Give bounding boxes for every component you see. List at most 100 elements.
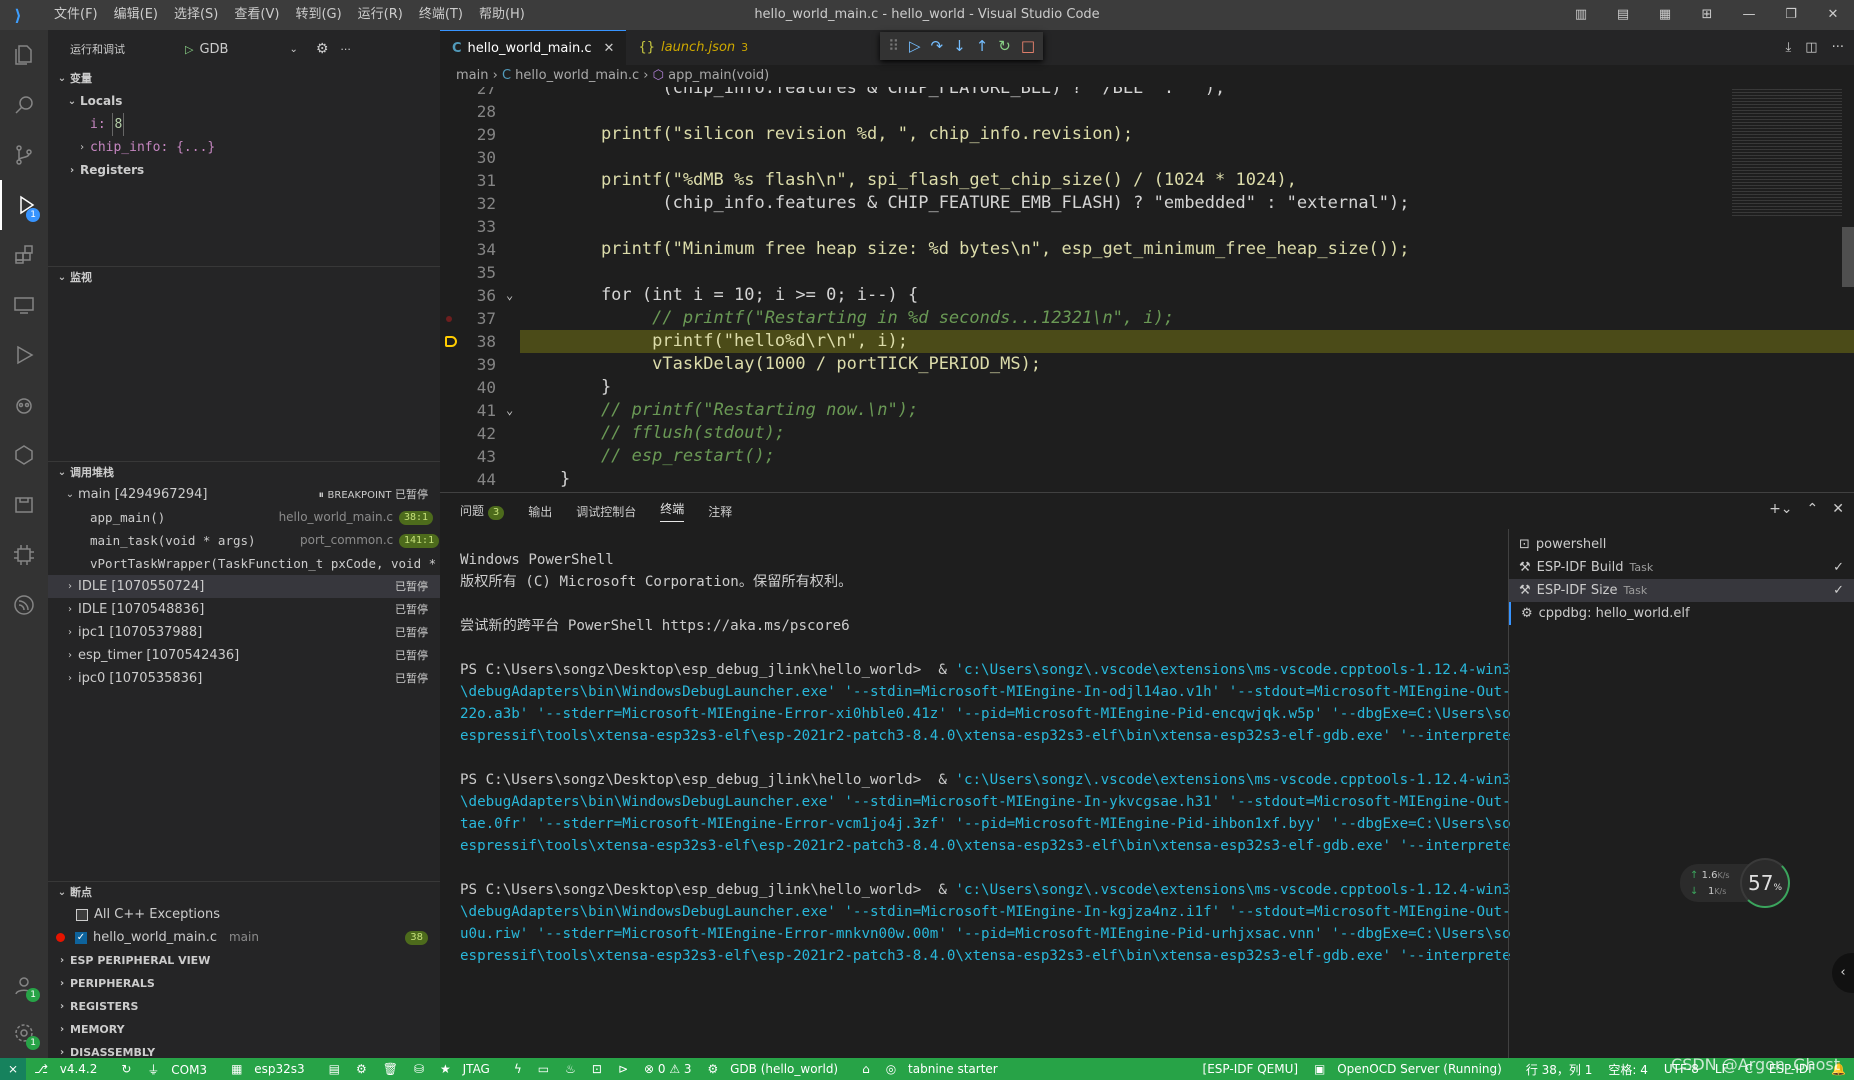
- menu-edit[interactable]: 编辑(E): [106, 0, 166, 30]
- menu-run[interactable]: 运行(R): [350, 0, 411, 30]
- tab-terminal[interactable]: 终端: [660, 500, 685, 522]
- code-line[interactable]: 30: [440, 146, 1854, 169]
- monitor-icon[interactable]: ▭: [530, 1062, 557, 1076]
- fold-chevron-icon[interactable]: ⌄: [506, 399, 513, 422]
- extensions-icon[interactable]: [0, 230, 48, 280]
- tab-debug-console[interactable]: 调试控制台: [576, 503, 636, 520]
- close-panel-icon[interactable]: ✕: [1832, 501, 1844, 517]
- menuconfig-icon[interactable]: ▤: [321, 1062, 348, 1076]
- code-line[interactable]: 27 (chip_info.features & CHIP_FEATURE_BL…: [440, 87, 1854, 100]
- breadcrumb-symbol[interactable]: app_main(void): [668, 68, 769, 83]
- copilot-icon[interactable]: [0, 380, 48, 430]
- menu-view[interactable]: 查看(V): [226, 0, 287, 30]
- step-into-icon[interactable]: ↓: [953, 37, 966, 55]
- fold-chevron-icon[interactable]: ⌄: [506, 284, 513, 307]
- espressif-icon[interactable]: [0, 580, 48, 630]
- tab-output[interactable]: 输出: [528, 503, 552, 520]
- line-number[interactable]: 32: [440, 192, 496, 215]
- accounts-icon[interactable]: 1: [0, 960, 48, 1010]
- code-line[interactable]: 44}: [440, 468, 1854, 491]
- terminal-item-build[interactable]: ⚒ ESP-IDF Build Task ✓: [1509, 556, 1854, 579]
- esp-peripheral-view-header[interactable]: › ESP PERIPHERAL VIEW: [48, 949, 440, 972]
- more-actions-icon[interactable]: ···: [1832, 40, 1844, 55]
- device-manager-icon[interactable]: [0, 480, 48, 530]
- close-window-button[interactable]: ✕: [1812, 0, 1854, 30]
- line-number[interactable]: 39: [440, 353, 496, 376]
- build-icon[interactable]: ⛁: [406, 1062, 432, 1076]
- terminal-item-size[interactable]: ⚒ ESP-IDF Size Task ✓: [1509, 579, 1854, 602]
- explorer-icon[interactable]: [0, 30, 48, 80]
- status-tabnine[interactable]: ◎ tabnine starter: [878, 1062, 1014, 1076]
- line-number[interactable]: 43: [440, 445, 496, 468]
- status-indentation[interactable]: 空格: 4: [1600, 1061, 1656, 1078]
- status-debug-session[interactable]: ⚙ GDB (hello_world): [700, 1062, 855, 1076]
- debug-config-select[interactable]: GDB: [199, 42, 289, 57]
- continue-icon[interactable]: ▷: [909, 37, 921, 55]
- breakpoint-all-cpp-exceptions[interactable]: All C++ Exceptions: [48, 903, 440, 926]
- stack-frame[interactable]: vPortTaskWrapper(TaskFunction_t pxCode, …: [48, 552, 440, 575]
- registers-scope[interactable]: › Registers: [48, 159, 440, 182]
- esp-idf-explorer-icon[interactable]: [0, 430, 48, 480]
- thread-item[interactable]: › IDLE [1070550724] 已暂停: [48, 575, 440, 598]
- maximize-panel-icon[interactable]: ⌃: [1807, 501, 1819, 517]
- settings-icon[interactable]: ⚙: [348, 1062, 375, 1076]
- customize-layout-icon[interactable]: ⊞: [1686, 0, 1728, 30]
- status-qemu[interactable]: [ESP-IDF QEMU]: [1195, 1062, 1307, 1076]
- code-line[interactable]: 37 // printf("Restarting in %d seconds..…: [440, 307, 1854, 330]
- line-number[interactable]: 34: [440, 238, 496, 261]
- locals-scope[interactable]: ⌄ Locals: [48, 90, 440, 113]
- manage-gear-icon[interactable]: 1: [0, 1008, 48, 1058]
- toggle-secondary-sidebar-icon[interactable]: ▦: [1644, 0, 1686, 30]
- full-clean-icon[interactable]: 🗑: [375, 1062, 406, 1076]
- line-number[interactable]: 27: [440, 87, 496, 100]
- line-number[interactable]: 42: [440, 422, 496, 445]
- drag-handle-icon[interactable]: ⠿: [888, 37, 899, 55]
- line-number[interactable]: 40: [440, 376, 496, 399]
- status-target[interactable]: ▦ esp32s3: [223, 1062, 321, 1076]
- status-problems[interactable]: ⊗ 0 ⚠ 3: [636, 1062, 700, 1076]
- terminal-item-powershell[interactable]: ⊡ powershell: [1509, 533, 1854, 556]
- memory-header[interactable]: › MEMORY: [48, 1018, 440, 1041]
- start-debug-icon[interactable]: ▷: [185, 43, 193, 56]
- menu-selection[interactable]: 选择(S): [166, 0, 226, 30]
- step-over-icon[interactable]: ↷: [931, 37, 944, 55]
- download-icon[interactable]: ⤓: [1786, 40, 1792, 55]
- flash-icon[interactable]: ϟ: [506, 1062, 530, 1076]
- run-debug-icon[interactable]: 1: [0, 180, 48, 230]
- search-icon[interactable]: [0, 80, 48, 130]
- line-number[interactable]: 33: [440, 215, 496, 238]
- step-out-icon[interactable]: ↑: [976, 37, 989, 55]
- variable-chip-info[interactable]: › chip_info: {...}: [48, 136, 440, 159]
- line-number[interactable]: 31: [440, 169, 496, 192]
- thread-item[interactable]: › ipc0 [1070535836] 已暂停: [48, 667, 440, 690]
- terminal-item-cppdbg[interactable]: ⚙ cppdbg: hello_world.elf: [1509, 602, 1854, 625]
- thread-item[interactable]: › IDLE [1070548836] 已暂停: [48, 598, 440, 621]
- build-flash-monitor-icon[interactable]: ♨: [557, 1062, 584, 1076]
- code-line[interactable]: 39 vTaskDelay(1000 / portTICK_PERIOD_MS)…: [440, 353, 1854, 376]
- sync-icon[interactable]: ↻: [113, 1062, 139, 1076]
- chevron-down-icon[interactable]: ⌄: [289, 44, 297, 55]
- remote-explorer-icon[interactable]: [0, 280, 48, 330]
- menu-file[interactable]: 文件(F): [46, 0, 106, 30]
- status-flash-method[interactable]: ★ JTAG: [432, 1062, 506, 1076]
- tab-launch-json[interactable]: {} launch.json 3: [626, 30, 760, 65]
- stack-frame[interactable]: app_main() hello_world_main.c 38:1: [48, 506, 440, 529]
- chip-icon[interactable]: [0, 530, 48, 580]
- tab-problems[interactable]: 问题 3: [460, 502, 505, 520]
- minimap[interactable]: [1732, 87, 1842, 217]
- restore-button[interactable]: ❐: [1770, 0, 1812, 30]
- line-number[interactable]: 28: [440, 100, 496, 123]
- terminal-icon[interactable]: ⊡: [584, 1062, 610, 1076]
- toggle-sidebar-icon[interactable]: ▥: [1560, 0, 1602, 30]
- restart-icon[interactable]: ↻: [998, 37, 1011, 55]
- code-line[interactable]: 29 printf("silicon revision %d, ", chip_…: [440, 123, 1854, 146]
- call-stack-header[interactable]: ⌄ 调用堆栈: [48, 461, 440, 483]
- code-line[interactable]: 33: [440, 215, 1854, 238]
- testing-icon[interactable]: [0, 330, 48, 380]
- menu-help[interactable]: 帮助(H): [471, 0, 533, 30]
- breakpoint-hint-dot-icon[interactable]: [446, 316, 452, 322]
- toggle-panel-icon[interactable]: ▤: [1602, 0, 1644, 30]
- breadcrumb-file[interactable]: hello_world_main.c: [515, 68, 639, 83]
- source-control-icon[interactable]: [0, 130, 48, 180]
- scrollbar-thumb[interactable]: [1842, 227, 1854, 287]
